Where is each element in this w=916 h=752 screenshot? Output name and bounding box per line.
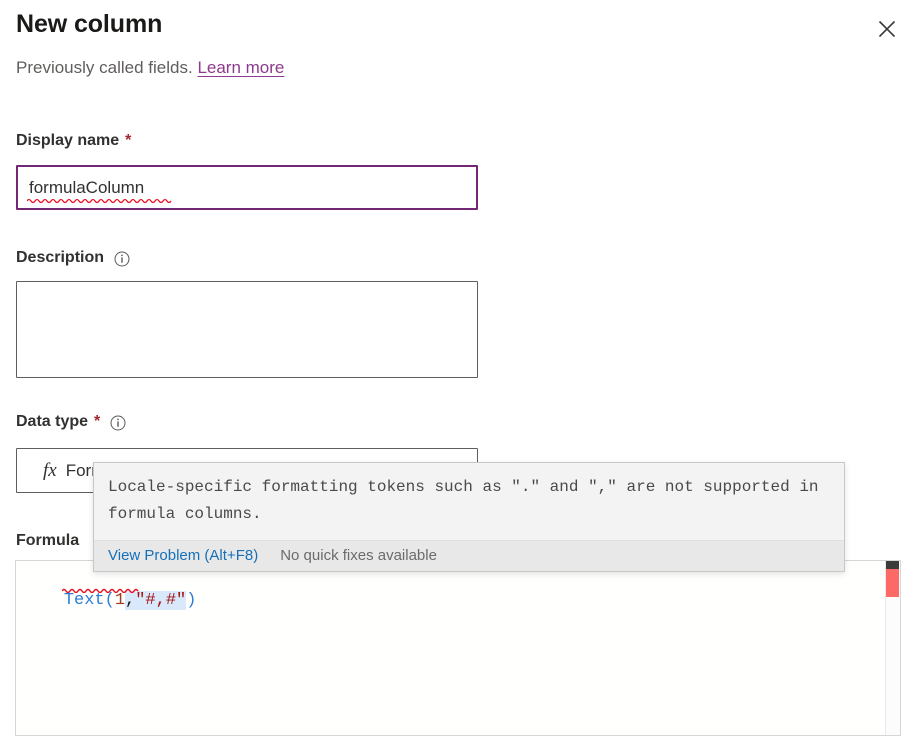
formula-token-function: Text <box>64 591 105 610</box>
formula-error-message: Locale-specific formatting tokens such a… <box>94 463 844 540</box>
info-icon-data-type[interactable] <box>110 415 126 431</box>
formula-token-open-paren: ( <box>105 591 115 610</box>
close-icon <box>877 19 897 39</box>
formula-label-text: Formula <box>16 532 79 550</box>
display-name-required-marker: * <box>125 132 131 150</box>
formula-overview-ruler[interactable] <box>885 561 900 735</box>
formula-error-actions: View Problem (Alt+F8) No quick fixes ava… <box>94 540 844 571</box>
formula-token-comma: , <box>125 591 135 610</box>
display-name-label: Display name * <box>16 132 131 150</box>
quick-fix-status: No quick fixes available <box>280 547 437 564</box>
data-type-label: Data type * <box>16 413 126 431</box>
page-title: New column <box>16 10 162 39</box>
description-label-text: Description <box>16 249 104 267</box>
ruler-error-marker <box>886 569 899 597</box>
formula-editor[interactable]: Text(1,"#,#") <box>15 560 901 736</box>
display-name-input[interactable] <box>16 165 478 210</box>
data-type-label-text: Data type <box>16 413 88 431</box>
panel-header: New column Previously called fields. Lea… <box>0 0 916 100</box>
data-type-required-marker: * <box>94 413 100 431</box>
formula-token-close-paren: ) <box>186 591 196 610</box>
formula-code-line: Text(1,"#,#") <box>23 568 196 634</box>
formula-label: Formula <box>16 532 79 550</box>
display-name-label-text: Display name <box>16 132 119 150</box>
ruler-cursor-marker <box>886 561 899 569</box>
panel-subtitle: Previously called fields. Learn more <box>16 58 284 78</box>
description-label: Description <box>16 249 130 267</box>
formula-error-tooltip: Locale-specific formatting tokens such a… <box>93 462 845 572</box>
learn-more-link[interactable]: Learn more <box>197 58 284 77</box>
info-icon-description[interactable] <box>114 251 130 267</box>
panel-subtitle-text: Previously called fields. <box>16 58 193 77</box>
view-problem-link[interactable]: View Problem (Alt+F8) <box>108 547 258 564</box>
close-button[interactable] <box>866 8 908 50</box>
formula-token-number: 1 <box>115 591 125 610</box>
formula-token-string: "#,#" <box>135 591 186 610</box>
description-input[interactable] <box>16 281 478 378</box>
fx-icon: fx <box>43 461 57 480</box>
